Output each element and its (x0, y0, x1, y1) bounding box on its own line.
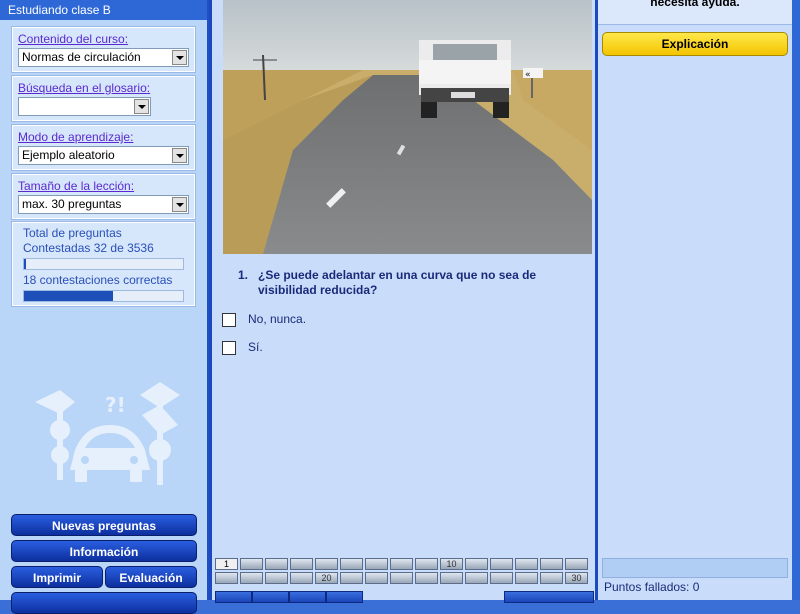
answered-count: Contestadas 32 de 3536 (23, 241, 154, 255)
print-button[interactable]: Imprimir (11, 566, 103, 588)
learning-mode-label[interactable]: Modo de aprendizaje: (18, 130, 189, 144)
pager-cell[interactable] (290, 558, 313, 570)
question-body: ¿Se puede adelantar en una curva que no … (258, 268, 537, 297)
pager-cell[interactable] (365, 572, 388, 584)
glossary-search-group: Búsqueda en el glosario: (11, 75, 196, 122)
right-edge (792, 0, 800, 600)
answer-label[interactable]: Sí. (248, 340, 263, 354)
question-photo: « (223, 0, 592, 254)
answered-progress-fill (24, 259, 26, 269)
pager-cell[interactable] (265, 572, 288, 584)
correct-progress-fill (24, 291, 114, 301)
answer-checkbox[interactable] (222, 312, 236, 327)
course-content-group: Contenido del curso: Normas de circulaci… (11, 26, 196, 73)
question-area: « 1. ¿Se puede adelantar en una curva que… (209, 0, 598, 603)
svg-text:?!: ?! (105, 393, 126, 417)
answered-progress-bar (23, 258, 184, 270)
last-question-button[interactable] (326, 591, 363, 603)
pager-cell[interactable] (340, 572, 363, 584)
partial-button[interactable] (11, 592, 197, 614)
course-content-value: Normas de circulación (22, 50, 141, 64)
failed-points: Puntos fallados: 0 (604, 580, 700, 594)
pager-cell[interactable] (365, 558, 388, 570)
pager-cell[interactable] (515, 558, 538, 570)
answer-option[interactable]: Sí. (222, 340, 263, 355)
learning-mode-group: Modo de aprendizaje: Ejemplo aleatorio (11, 124, 196, 171)
pager-cell[interactable] (565, 558, 588, 570)
pager-cell[interactable]: 20 (315, 572, 338, 584)
pager-cell[interactable] (265, 558, 288, 570)
previous-question-button[interactable] (252, 591, 289, 603)
pager-cell[interactable] (240, 572, 263, 584)
glossary-search-select[interactable] (18, 97, 151, 116)
pager-cell[interactable]: 1 (215, 558, 238, 570)
chevron-down-icon[interactable] (172, 148, 187, 163)
lesson-size-select[interactable]: max. 30 preguntas (18, 195, 189, 214)
chevron-down-icon[interactable] (172, 197, 187, 212)
help-text: necesita ayuda. (598, 0, 792, 25)
pager-cell[interactable] (515, 572, 538, 584)
pager-cell[interactable] (465, 558, 488, 570)
next-question-button[interactable] (289, 591, 326, 603)
pager-cell[interactable] (290, 572, 313, 584)
sidebar-title: Estudiando clase B (0, 0, 207, 20)
svg-text:«: « (525, 70, 531, 80)
pager-cell[interactable] (390, 558, 413, 570)
pager-cell[interactable] (240, 558, 263, 570)
pager-cell[interactable] (490, 558, 513, 570)
pager-cell[interactable] (390, 572, 413, 584)
pager-cell[interactable] (340, 558, 363, 570)
chevron-down-icon[interactable] (134, 99, 149, 114)
information-button[interactable]: Información (11, 540, 197, 562)
learning-mode-value: Ejemplo aleatorio (22, 148, 115, 162)
pager-cell[interactable] (315, 558, 338, 570)
pager-cell[interactable] (415, 558, 438, 570)
pager-cell[interactable] (440, 572, 463, 584)
pager-cell[interactable] (415, 572, 438, 584)
help-panel: necesita ayuda. Explicación Puntos falla… (598, 0, 800, 600)
glossary-search-label[interactable]: Búsqueda en el glosario: (18, 81, 189, 95)
answer-label[interactable]: No, nunca. (248, 312, 306, 326)
answer-option[interactable]: No, nunca. (222, 312, 306, 327)
correct-count: 18 contestaciones correctas (23, 273, 173, 287)
evaluation-button[interactable]: Evaluación (105, 566, 197, 588)
question-number: 1. (238, 268, 249, 282)
lesson-size-label[interactable]: Tamaño de la lección: (18, 179, 189, 193)
status-field (602, 558, 788, 578)
lesson-size-group: Tamaño de la lección: max. 30 preguntas (11, 173, 196, 220)
pager-cell[interactable] (540, 572, 563, 584)
lesson-size-value: max. 30 preguntas (22, 197, 122, 211)
pager-cell[interactable]: 10 (440, 558, 463, 570)
pager-cell[interactable] (540, 558, 563, 570)
stats-panel: Total de preguntas Contestadas 32 de 353… (11, 221, 196, 307)
total-questions-label: Total de preguntas (23, 226, 122, 240)
traffic-signs-illustration: ?! (35, 382, 180, 485)
pager-cell[interactable] (215, 572, 238, 584)
first-question-button[interactable] (215, 591, 252, 603)
explanation-button[interactable]: Explicación (602, 32, 788, 56)
question-text: 1. ¿Se puede adelantar en una curva que n… (238, 268, 578, 298)
sidebar: Estudiando clase B Contenido del curso: … (0, 0, 209, 614)
chevron-down-icon[interactable] (172, 50, 187, 65)
learning-mode-select[interactable]: Ejemplo aleatorio (18, 146, 189, 165)
correct-progress-bar (23, 290, 184, 302)
pager-cell[interactable]: 30 (565, 572, 588, 584)
new-questions-button[interactable]: Nuevas preguntas (11, 514, 197, 536)
pager-cell[interactable] (490, 572, 513, 584)
answer-checkbox[interactable] (222, 340, 236, 355)
course-content-select[interactable]: Normas de circulación (18, 48, 189, 67)
course-content-label[interactable]: Contenido del curso: (18, 32, 189, 46)
pager-cell[interactable] (465, 572, 488, 584)
confirm-answer-button[interactable] (504, 591, 594, 603)
